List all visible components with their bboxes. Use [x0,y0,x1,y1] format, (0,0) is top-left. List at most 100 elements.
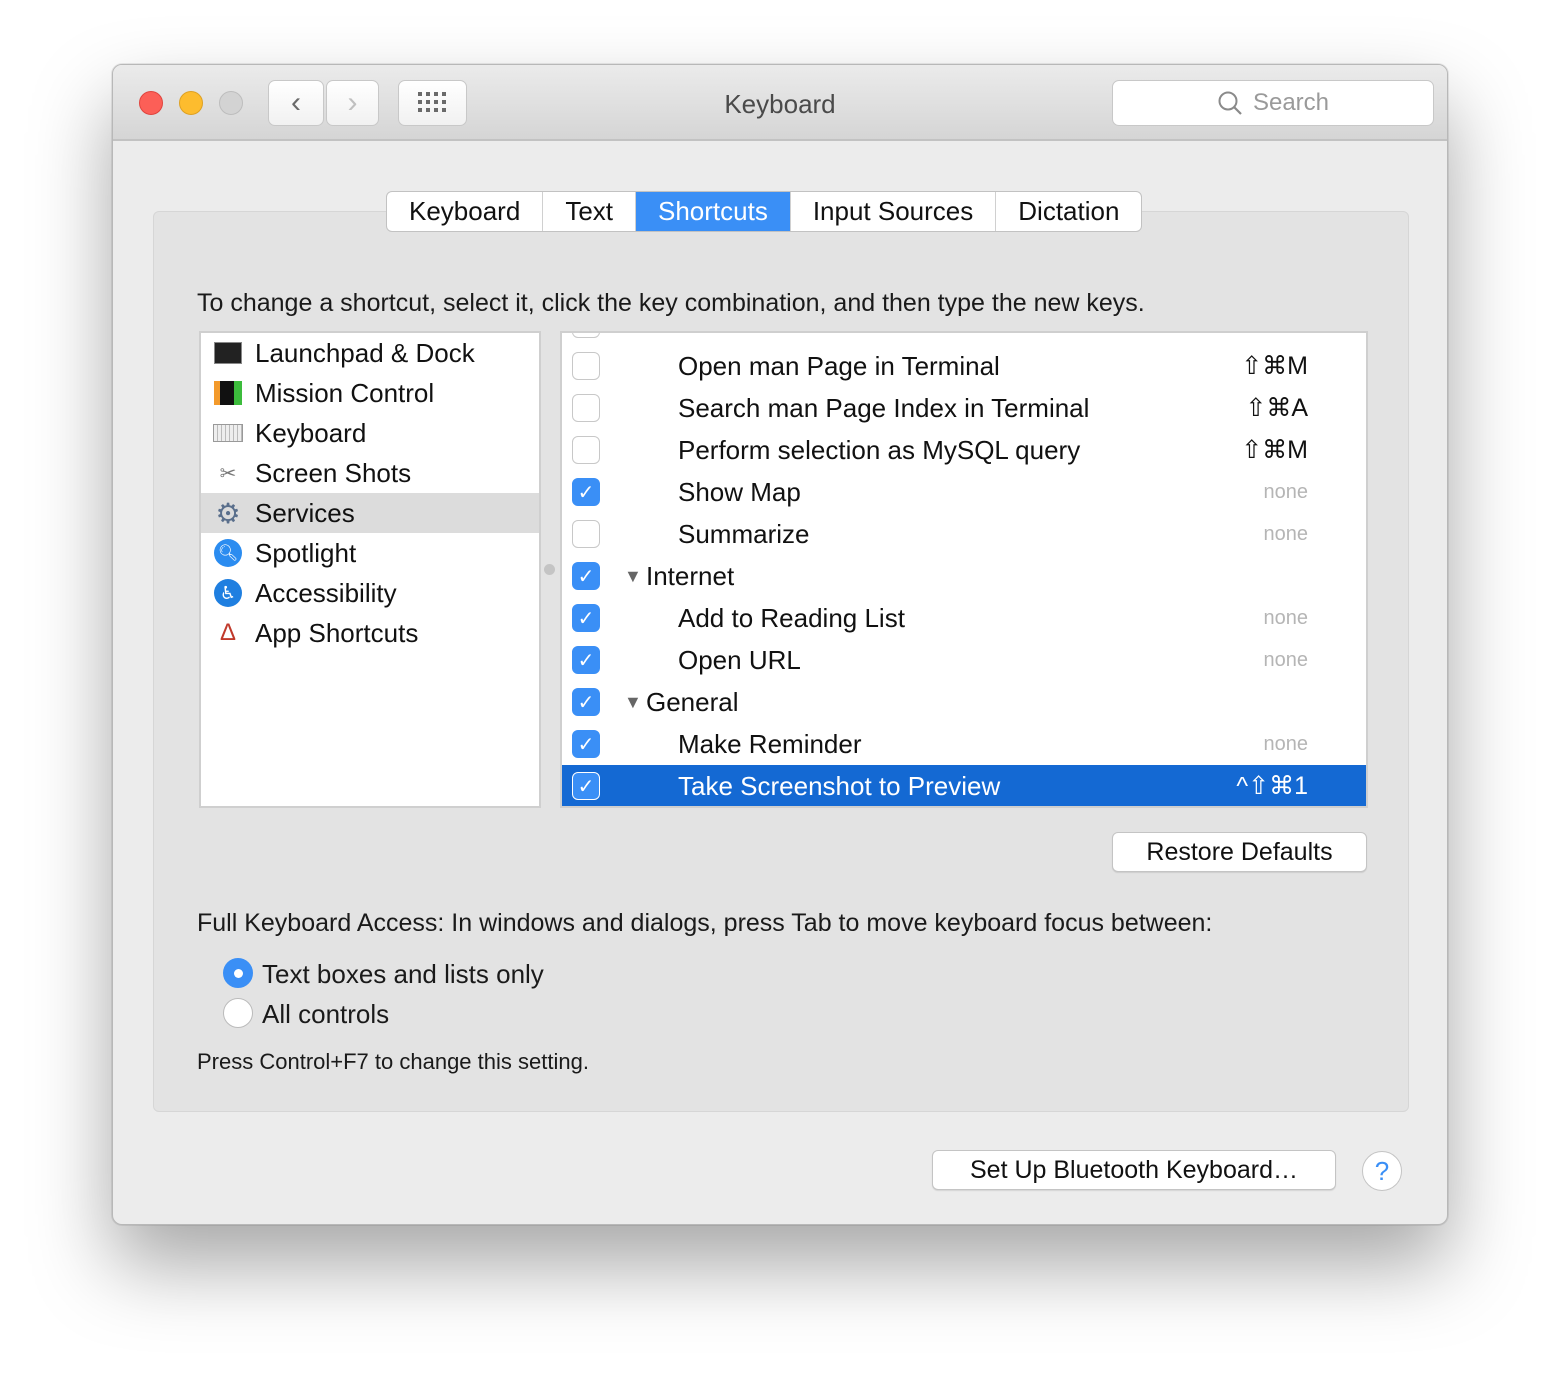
shortcut-row[interactable]: Search man Page Index in Terminal ⇧⌘A [562,387,1366,429]
shortcut-label: Take Screenshot to Preview [678,770,1001,801]
shortcut-row[interactable]: Summarize none [562,513,1366,555]
category-label: Accessibility [255,577,397,608]
checkbox[interactable]: ✓ [572,772,600,800]
checkbox[interactable]: ✓ [572,688,600,716]
category-label: Mission Control [255,377,435,408]
hint-text: Press Control+F7 to change this setting. [197,1049,589,1074]
shortcut-row[interactable]: ✓ Add to Reading List none [562,597,1366,639]
checkmark-icon: ✓ [577,481,595,504]
shortcut-row[interactable]: ✓ Open URL none [562,639,1366,681]
category-label: Screen Shots [255,457,412,488]
category-keyboard[interactable]: Keyboard [201,413,539,453]
shortcut-keys[interactable]: ⇧⌘M [1241,435,1308,465]
category-services[interactable]: ⚙ Services [201,493,539,533]
shortcut-label: Summarize [678,518,810,549]
shortcut-label: Show Map [678,476,801,507]
checkbox[interactable] [572,394,600,422]
disclosure-triangle-icon[interactable]: ▼ [624,692,642,713]
full-access-label: Full Keyboard Access: In windows and dia… [197,909,1213,937]
checkbox[interactable]: ✓ [572,478,600,506]
shortcut-row[interactable]: Perform selection as MySQL query ⇧⌘M [562,429,1366,471]
keyboard-window: ‹ › Keyboard Search Keyboard Text Shortc… [112,64,1448,1225]
shortcut-keys[interactable]: ⇧⌘M [1241,351,1308,381]
shortcut-label: General [646,686,739,717]
screenshot-icon: ✂ [219,462,237,485]
shortcut-row[interactable]: ✓ ▼ Internet [562,555,1366,597]
shortcut-keys[interactable]: ^⇧⌘1 [1236,771,1308,801]
checkmark-icon: ✓ [577,649,595,672]
search-placeholder: Search [1252,89,1330,116]
split-view-handle[interactable] [544,564,555,575]
radio-text-boxes-label[interactable]: Text boxes and lists only [262,959,544,990]
tab-bar: Keyboard Text Shortcuts Input Sources Di… [386,191,1143,232]
mission-control-icon [213,378,243,408]
shortcut-row[interactable]: ✓ Show Map none [562,471,1366,513]
bluetooth-keyboard-button[interactable]: Set Up Bluetooth Keyboard… [932,1150,1336,1190]
app-shortcuts-icon: ∆ [220,619,236,646]
category-accessibility[interactable]: ♿︎ Accessibility [201,573,539,613]
shortcut-row[interactable]: ✓ Make Reminder none [562,723,1366,765]
partial-row [562,333,1366,345]
shortcut-keys[interactable]: none [1264,607,1309,630]
shortcut-label: Open man Page in Terminal [678,350,1000,381]
title-bar: ‹ › Keyboard Search [113,65,1447,141]
shortcut-row[interactable]: Open man Page in Terminal ⇧⌘M [562,345,1366,387]
radio-all-controls[interactable] [223,998,253,1028]
category-label: App Shortcuts [255,617,419,648]
checkmark-icon: ✓ [577,733,595,756]
category-label: Spotlight [255,537,357,568]
shortcut-label: Search man Page Index in Terminal [678,392,1090,423]
checkmark-icon: ✓ [577,691,595,714]
shortcut-label: Add to Reading List [678,602,905,633]
category-screen-shots[interactable]: ✂ Screen Shots [201,453,539,493]
shortcut-label: Internet [646,560,735,591]
launchpad-icon [213,338,243,368]
shortcut-label: Make Reminder [678,728,862,759]
search-field[interactable]: Search [1112,80,1434,126]
tab-keyboard[interactable]: Keyboard [387,192,544,231]
help-button[interactable]: ? [1362,1151,1402,1191]
gear-icon: ⚙ [215,497,241,529]
tab-dictation[interactable]: Dictation [996,192,1141,231]
shortcut-row[interactable]: ✓ ▼ General [562,681,1366,723]
checkbox[interactable]: ✓ [572,730,600,758]
category-spotlight[interactable]: 🔍︎ Spotlight [201,533,539,573]
category-label: Keyboard [255,417,367,448]
checkbox[interactable]: ✓ [572,646,600,674]
keyboard-icon [213,418,243,448]
shortcut-label: Perform selection as MySQL query [678,434,1081,465]
spotlight-icon: 🔍︎ [213,538,243,568]
category-app-shortcuts[interactable]: ∆ App Shortcuts [201,613,539,653]
accessibility-icon: ♿︎ [213,578,243,608]
tab-text[interactable]: Text [543,192,636,231]
tab-input-sources[interactable]: Input Sources [791,192,997,231]
category-label: Services [255,497,355,528]
instructions-text: To change a shortcut, select it, click t… [197,289,1145,317]
restore-defaults-button[interactable]: Restore Defaults [1112,832,1367,872]
shortcut-keys[interactable]: none [1264,733,1309,756]
shortcut-list[interactable]: Open man Page in Terminal ⇧⌘M Search man P… [560,331,1368,808]
checkbox[interactable] [572,436,600,464]
checkbox[interactable] [572,333,600,338]
checkbox[interactable]: ✓ [572,562,600,590]
checkmark-icon: ✓ [577,607,595,630]
shortcut-row[interactable]: ✓ Take Screenshot to Preview ^⇧⌘1 [562,765,1366,806]
checkmark-icon: ✓ [577,565,595,588]
radio-all-controls-label[interactable]: All controls [262,999,389,1030]
category-launchpad-dock[interactable]: Launchpad & Dock [201,333,539,373]
radio-text-boxes[interactable] [223,958,253,988]
checkbox[interactable] [572,520,600,548]
checkmark-icon: ✓ [577,775,595,798]
checkbox[interactable]: ✓ [572,604,600,632]
tab-shortcuts[interactable]: Shortcuts [636,192,791,231]
category-label: Launchpad & Dock [255,337,475,368]
shortcut-keys[interactable]: ⇧⌘A [1245,393,1308,423]
category-list[interactable]: Launchpad & Dock Mission Control Keyboar… [199,331,541,808]
shortcut-label: Open URL [678,644,801,675]
checkbox[interactable] [572,352,600,380]
shortcut-keys[interactable]: none [1264,481,1309,504]
disclosure-triangle-icon[interactable]: ▼ [624,566,642,587]
category-mission-control[interactable]: Mission Control [201,373,539,413]
shortcut-keys[interactable]: none [1264,649,1309,672]
shortcut-keys[interactable]: none [1264,523,1309,546]
